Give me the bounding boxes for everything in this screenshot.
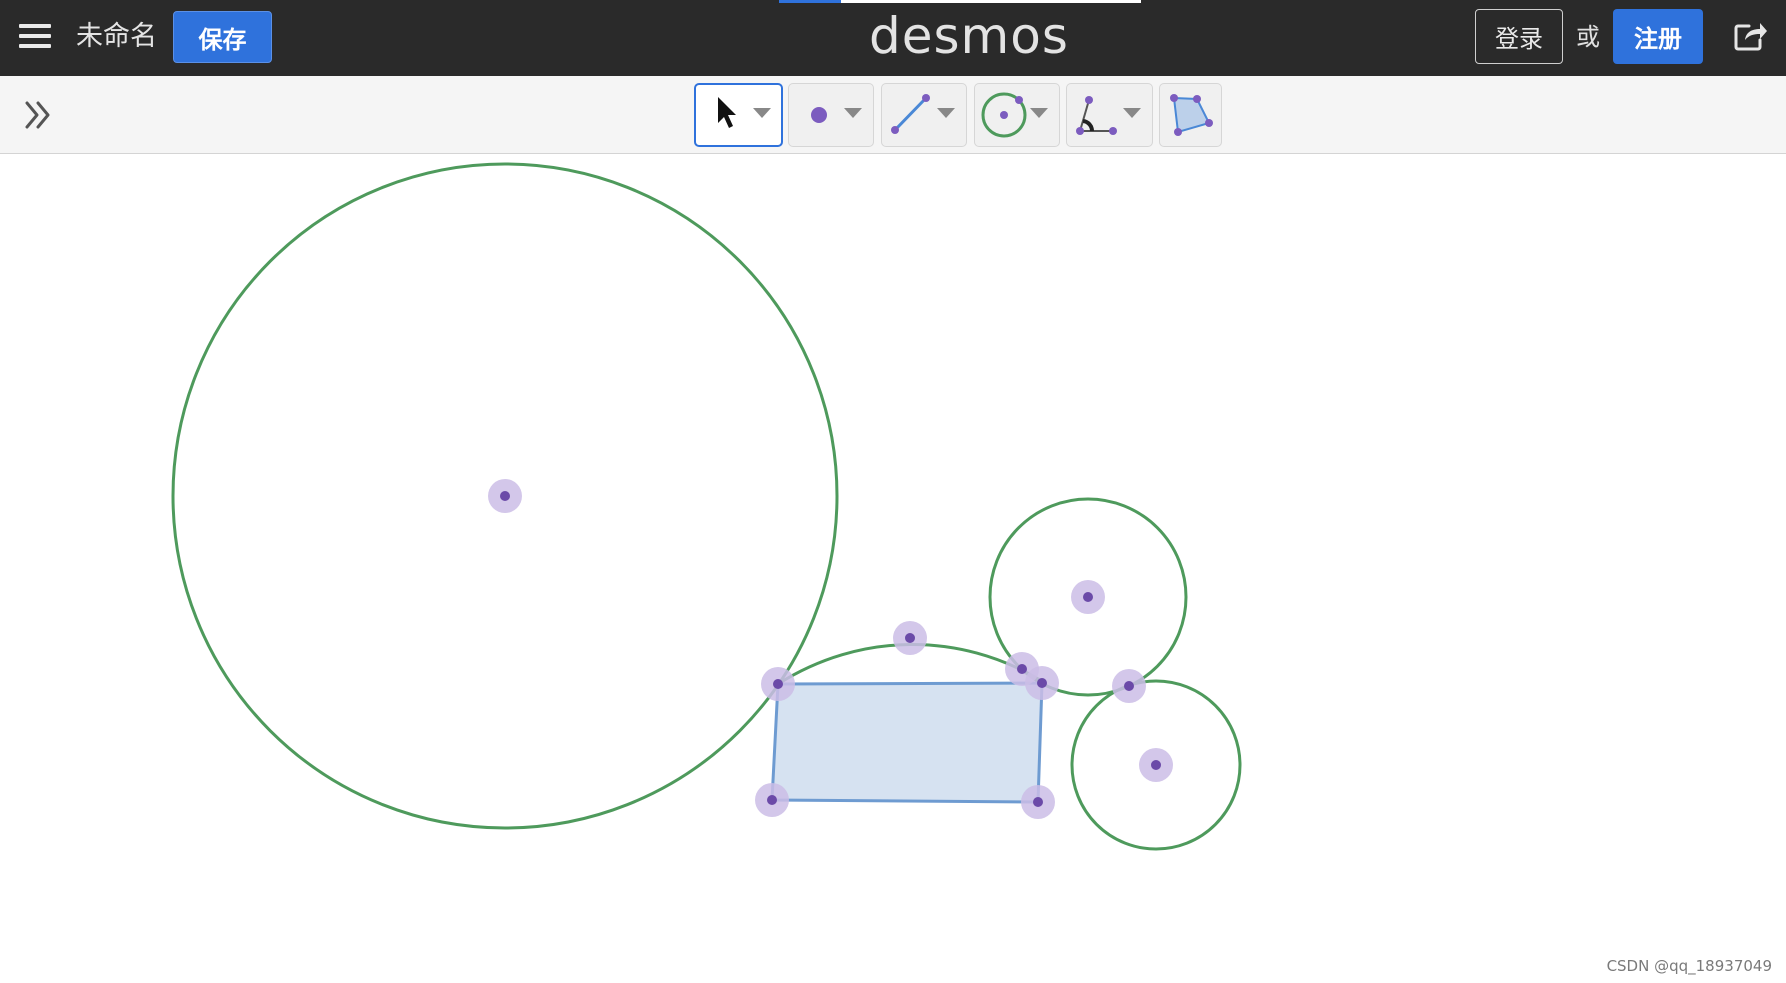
tool-segment[interactable] [881, 83, 967, 147]
polygon-icon [1170, 94, 1213, 136]
graph-title[interactable]: 未命名 [76, 20, 157, 54]
menu-icon[interactable] [19, 22, 51, 50]
signup-button[interactable]: 注册 [1613, 9, 1703, 64]
segment-icon [891, 94, 955, 134]
tool-angle[interactable] [1066, 83, 1153, 147]
login-button[interactable]: 登录 [1475, 9, 1563, 64]
point-arc-top[interactable] [893, 621, 927, 655]
point-upper-right-center[interactable] [1071, 580, 1105, 614]
loading-progress-fill [779, 0, 841, 3]
rectangle-polygon[interactable] [770, 681, 1044, 804]
share-icon[interactable] [1733, 18, 1769, 52]
save-button[interactable]: 保存 [173, 11, 272, 63]
point-rect-top-left[interactable] [761, 667, 795, 701]
or-text: 或 [1576, 23, 1600, 51]
tool-circle[interactable] [974, 83, 1060, 147]
loading-progress-bar [779, 0, 1141, 3]
point-rect-top-right[interactable] [1025, 666, 1059, 700]
point-rect-bottom-left[interactable] [755, 783, 789, 817]
point-rect-bottom-right[interactable] [1021, 785, 1055, 819]
tool-select[interactable] [694, 83, 783, 147]
desmos-logo: desmos [869, 7, 1069, 65]
tool-point[interactable] [788, 83, 874, 147]
geometry-toolbar [0, 76, 1786, 154]
point-large-center[interactable] [488, 479, 522, 513]
circle-icon [981, 92, 1048, 138]
pointer-arrow-icon [718, 97, 771, 128]
geometry-canvas[interactable]: CSDN @qq_18937049 [0, 155, 1786, 983]
point-circle-intersection[interactable] [1112, 669, 1146, 703]
angle-icon [1076, 96, 1141, 135]
point-lower-right-center[interactable] [1139, 748, 1173, 782]
top-bar: 未命名 保存 desmos 登录 或 注册 [0, 0, 1786, 76]
watermark-text: CSDN @qq_18937049 [1606, 957, 1772, 975]
geometry-drawing[interactable] [0, 155, 1786, 983]
point-icon [811, 107, 862, 123]
tool-polygon[interactable] [1159, 83, 1222, 147]
expand-panel-icon[interactable] [22, 96, 56, 134]
